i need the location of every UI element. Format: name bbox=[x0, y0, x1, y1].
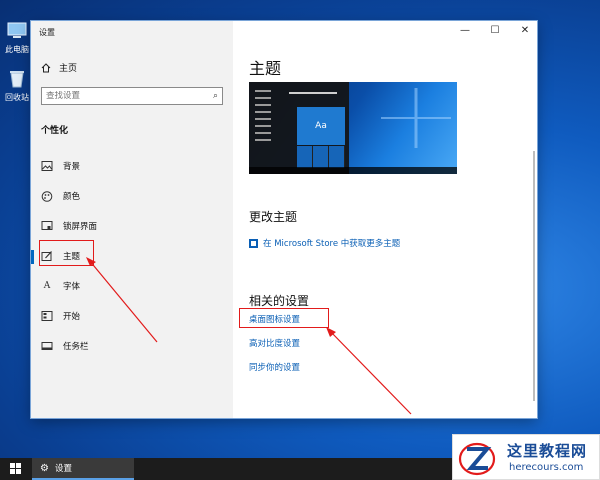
watermark-title: 这里教程网 bbox=[507, 442, 588, 460]
taskbar-icon bbox=[41, 342, 53, 350]
preview-tile-grid bbox=[297, 146, 345, 168]
nav-home-label: 主页 bbox=[59, 64, 78, 74]
sidebar-item-lock-screen[interactable]: 锁屏界面 bbox=[31, 211, 233, 241]
start-icon bbox=[41, 311, 53, 321]
palette-icon bbox=[41, 190, 53, 202]
store-themes-link[interactable]: 在 Microsoft Store 中获取更多主题 bbox=[249, 237, 400, 249]
watermark: 这里教程网 herecours.com bbox=[452, 434, 600, 480]
nav-home[interactable]: 主页 bbox=[41, 61, 77, 74]
computer-icon bbox=[7, 22, 27, 38]
sidebar-item-taskbar[interactable]: 任务栏 bbox=[31, 331, 233, 361]
maximize-button[interactable]: ☐ bbox=[485, 25, 505, 36]
desktop-icon-this-pc[interactable]: 此电脑 bbox=[2, 22, 32, 55]
desktop-icon-label: 此电脑 bbox=[5, 45, 29, 54]
gear-icon: ⚙ bbox=[40, 462, 49, 474]
search-input[interactable] bbox=[46, 91, 213, 101]
annotation-highlight-desktop-icons bbox=[239, 308, 329, 328]
watermark-domain: herecours.com bbox=[509, 462, 584, 473]
store-link-label: 在 Microsoft Store 中获取更多主题 bbox=[263, 239, 401, 249]
related-settings-heading: 相关的设置 bbox=[249, 294, 310, 308]
sidebar-item-background[interactable]: 背景 bbox=[31, 151, 233, 181]
preview-window-panel: Aa bbox=[249, 82, 349, 174]
desktop-icon-label: 回收站 bbox=[5, 93, 29, 102]
sidebar-item-label: 任务栏 bbox=[63, 342, 89, 352]
sidebar-item-label: 开始 bbox=[63, 312, 81, 322]
taskbar-app-label: 设置 bbox=[54, 464, 72, 474]
sidebar-item-label: 锁屏界面 bbox=[63, 222, 98, 232]
preview-taskbar-strip bbox=[249, 167, 457, 174]
store-bag-icon bbox=[249, 238, 258, 248]
section-title: 个性化 bbox=[41, 126, 69, 136]
font-icon: A bbox=[43, 281, 51, 291]
page-title: 主题 bbox=[249, 59, 282, 78]
preview-title-bar bbox=[289, 92, 337, 94]
theme-preview[interactable]: Aa bbox=[249, 82, 457, 174]
minimize-button[interactable]: — bbox=[455, 25, 475, 36]
window-title: 设置 bbox=[39, 28, 55, 37]
settings-window: 设置 主页 ⌕ 个性化 背景 颜色 锁屏界面 bbox=[31, 21, 537, 418]
recycle-bin-icon bbox=[10, 71, 24, 88]
content-pane: — ☐ ✕ 主题 Aa 更改主题 在 Microsoft Store 中获取更多… bbox=[233, 21, 537, 418]
sidebar: 设置 主页 ⌕ 个性化 背景 颜色 锁屏界面 bbox=[31, 21, 233, 418]
sidebar-item-label: 字体 bbox=[63, 282, 81, 292]
watermark-logo-icon bbox=[458, 442, 496, 476]
sync-settings-link[interactable]: 同步你的设置 bbox=[249, 361, 300, 373]
desktop-icon-recycle-bin[interactable]: 回收站 bbox=[2, 70, 32, 103]
lock-screen-icon bbox=[41, 221, 53, 230]
high-contrast-settings-link[interactable]: 高对比度设置 bbox=[249, 337, 300, 349]
content-scrollbar[interactable] bbox=[533, 151, 535, 401]
windows-start-icon[interactable] bbox=[10, 463, 22, 475]
change-theme-heading: 更改主题 bbox=[249, 210, 298, 224]
sidebar-item-label: 背景 bbox=[63, 162, 81, 172]
annotation-highlight-themes bbox=[39, 240, 94, 266]
sidebar-item-colors[interactable]: 颜色 bbox=[31, 181, 233, 211]
sidebar-item-label: 颜色 bbox=[63, 192, 81, 202]
close-button[interactable]: ✕ bbox=[515, 25, 535, 36]
preview-side-menu bbox=[255, 90, 271, 146]
sidebar-item-start[interactable]: 开始 bbox=[31, 301, 233, 331]
preview-tile: Aa bbox=[297, 107, 345, 145]
sidebar-item-fonts[interactable]: A 字体 bbox=[31, 271, 233, 301]
preview-light-beams bbox=[381, 88, 451, 148]
search-box: ⌕ bbox=[41, 87, 223, 105]
home-icon bbox=[41, 62, 51, 72]
taskbar-settings-app[interactable]: ⚙ 设置 bbox=[32, 458, 134, 480]
picture-icon bbox=[41, 161, 53, 171]
search-icon[interactable]: ⌕ bbox=[213, 91, 218, 101]
